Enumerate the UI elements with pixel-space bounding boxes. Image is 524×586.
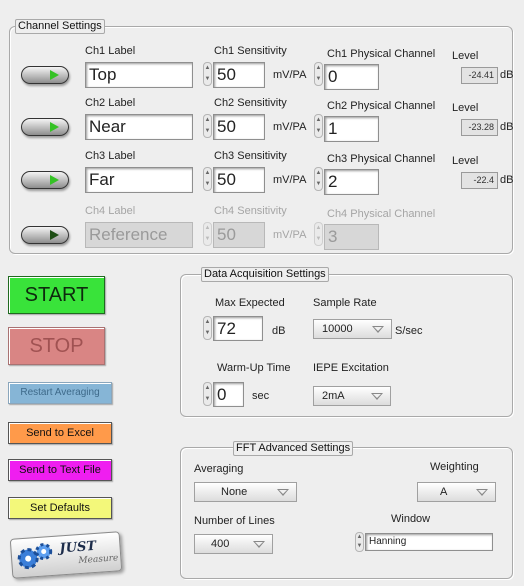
warmup-unit: sec xyxy=(252,390,270,402)
window-selector[interactable]: ▲ ▼ xyxy=(355,532,364,552)
channel-3-level-title: Level xyxy=(452,155,479,167)
play-icon xyxy=(50,70,59,80)
channel-1-sensitivity-unit: mV/PA xyxy=(273,69,307,81)
gear-icon xyxy=(17,543,53,570)
window-label: Window xyxy=(391,513,431,525)
channel-1-sensitivity-title: Ch1 Sensitivity xyxy=(214,45,287,57)
number-of-lines-dropdown[interactable]: 400 xyxy=(194,534,273,554)
play-icon xyxy=(50,122,59,132)
weighting-value: A xyxy=(440,486,448,498)
sample-rate-unit: S/sec xyxy=(395,325,423,337)
channel-3-sensitivity-spinner[interactable]: ▲ ▼ xyxy=(203,167,212,191)
channel-4-enable-toggle[interactable] xyxy=(21,226,69,244)
chevron-down-icon xyxy=(371,393,383,400)
warmup-input[interactable]: 0 xyxy=(213,382,244,407)
channel-2-level-title: Level xyxy=(452,102,479,114)
channel-settings-group xyxy=(9,26,513,254)
iepe-value: 2mA xyxy=(322,390,345,402)
play-icon xyxy=(50,230,59,240)
restart-averaging-button[interactable]: Restart Averaging xyxy=(8,382,112,404)
start-button[interactable]: START xyxy=(8,276,105,314)
play-icon xyxy=(50,175,59,185)
channel-3-enable-toggle[interactable] xyxy=(21,171,69,189)
channel-1-physical-title: Ch1 Physical Channel xyxy=(327,48,436,60)
channel-2-level-readout: -23.28 xyxy=(461,119,498,136)
send-to-text-file-button[interactable]: Send to Text File xyxy=(8,459,112,481)
channel-1-level-title: Level xyxy=(452,50,479,62)
channel-3-sensitivity-unit: mV/PA xyxy=(273,174,307,186)
chevron-down-icon xyxy=(476,489,488,496)
channel-4-physical-title: Ch4 Physical Channel xyxy=(327,208,436,220)
just-measure-logo: JUST Measure xyxy=(9,531,123,579)
channel-3-physical-spinner[interactable]: ▲ ▼ xyxy=(314,167,323,191)
iepe-dropdown[interactable]: 2mA xyxy=(313,386,391,406)
fft-title: FFT Advanced Settings xyxy=(233,441,354,456)
channel-1-label-title: Ch1 Label xyxy=(85,45,136,57)
channel-3-sensitivity-input[interactable]: 50 xyxy=(213,167,265,193)
daq-title: Data Acquisition Settings xyxy=(201,267,329,282)
channel-4-sensitivity-unit: mV/PA xyxy=(273,229,307,241)
channel-3-level-readout: -22.4 xyxy=(461,172,498,189)
channel-2-sensitivity-spinner[interactable]: ▲ ▼ xyxy=(203,114,212,138)
channel-2-physical-title: Ch2 Physical Channel xyxy=(327,100,436,112)
channel-4-sensitivity-title: Ch4 Sensitivity xyxy=(214,205,287,217)
set-defaults-button[interactable]: Set Defaults xyxy=(8,497,112,519)
channel-1-label-input[interactable]: Top xyxy=(85,62,193,88)
logo-text-sub: Measure xyxy=(78,553,119,567)
number-of-lines-value: 400 xyxy=(211,538,230,550)
channel-3-physical-title: Ch3 Physical Channel xyxy=(327,153,436,165)
channel-1-physical-input[interactable]: 0 xyxy=(324,64,379,90)
max-expected-spinner[interactable]: ▲ ▼ xyxy=(203,316,212,340)
channel-4-sensitivity-input[interactable]: 50 xyxy=(213,222,265,248)
max-expected-input[interactable]: 72 xyxy=(213,316,263,341)
channel-4-sensitivity-spinner[interactable]: ▲ ▼ xyxy=(203,222,212,246)
channel-4-label-input[interactable]: Reference xyxy=(85,222,193,248)
channel-2-physical-input[interactable]: 1 xyxy=(324,116,379,142)
channel-1-physical-spinner[interactable]: ▲ ▼ xyxy=(314,62,323,86)
channel-3-label-title: Ch3 Label xyxy=(85,150,136,162)
channel-4-label-title: Ch4 Label xyxy=(85,205,136,217)
warmup-spinner[interactable]: ▲ ▼ xyxy=(203,382,212,406)
stop-button[interactable]: STOP xyxy=(8,327,105,365)
channel-2-label-input[interactable]: Near xyxy=(85,114,193,140)
chevron-down-icon xyxy=(277,489,289,496)
averaging-label: Averaging xyxy=(194,463,244,475)
channel-2-sensitivity-input[interactable]: 50 xyxy=(213,114,265,140)
averaging-dropdown[interactable]: None xyxy=(194,482,297,502)
channel-1-enable-toggle[interactable] xyxy=(21,66,69,84)
channel-3-physical-input[interactable]: 2 xyxy=(324,169,379,195)
channel-2-level-unit: dB xyxy=(500,121,514,133)
channel-2-physical-spinner[interactable]: ▲ ▼ xyxy=(314,114,323,138)
channel-1-sensitivity-input[interactable]: 50 xyxy=(213,62,265,88)
channel-2-sensitivity-unit: mV/PA xyxy=(273,121,307,133)
channel-1-level-readout: -24.41 xyxy=(461,67,498,84)
chevron-down-icon xyxy=(253,541,265,548)
chevron-down-icon xyxy=(372,326,384,333)
channel-1-level-unit: dB xyxy=(500,69,514,81)
channel-4-physical-input[interactable]: 3 xyxy=(324,224,379,250)
max-expected-unit: dB xyxy=(272,325,286,337)
sample-rate-value: 10000 xyxy=(322,323,353,335)
weighting-label: Weighting xyxy=(430,461,479,473)
logo-text-main: JUST xyxy=(59,538,97,557)
channel-settings-title: Channel Settings xyxy=(15,19,105,34)
sample-rate-dropdown[interactable]: 10000 xyxy=(313,319,392,339)
iepe-label: IEPE Excitation xyxy=(313,362,389,374)
channel-2-enable-toggle[interactable] xyxy=(21,118,69,136)
channel-3-sensitivity-title: Ch3 Sensitivity xyxy=(214,150,287,162)
warmup-label: Warm-Up Time xyxy=(217,362,291,374)
averaging-value: None xyxy=(221,486,248,498)
channel-4-physical-spinner[interactable]: ▲ ▼ xyxy=(314,222,323,246)
send-to-excel-button[interactable]: Send to Excel xyxy=(8,422,112,444)
channel-2-sensitivity-title: Ch2 Sensitivity xyxy=(214,97,287,109)
channel-3-level-unit: dB xyxy=(500,174,514,186)
channel-1-sensitivity-spinner[interactable]: ▲ ▼ xyxy=(203,62,212,86)
channel-3-label-input[interactable]: Far xyxy=(85,167,193,193)
channel-2-label-title: Ch2 Label xyxy=(85,97,136,109)
max-expected-label: Max Expected xyxy=(215,297,285,309)
number-of-lines-label: Number of Lines xyxy=(194,515,275,527)
window-input[interactable]: Hanning xyxy=(365,533,493,551)
weighting-dropdown[interactable]: A xyxy=(417,482,496,502)
sample-rate-label: Sample Rate xyxy=(313,297,377,309)
